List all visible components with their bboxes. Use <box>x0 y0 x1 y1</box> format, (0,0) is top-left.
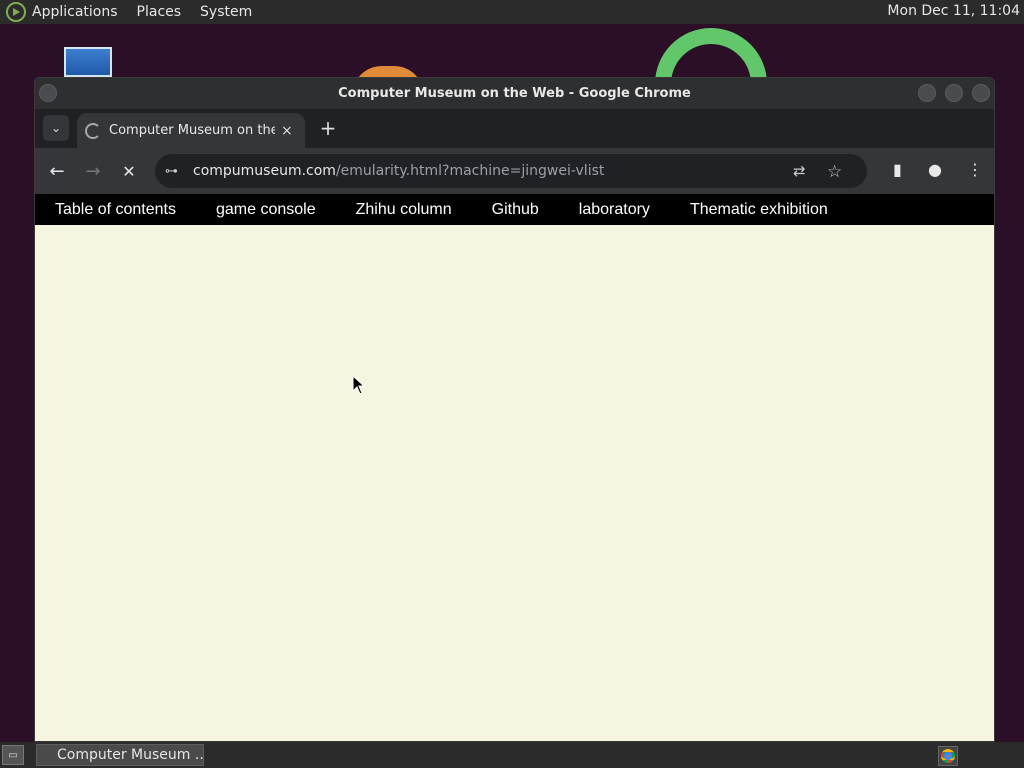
maximize-button[interactable] <box>945 84 963 102</box>
new-tab-button[interactable]: + <box>315 115 341 141</box>
side-panel-icon[interactable]: ▮ <box>893 160 902 179</box>
menu-applications[interactable]: Applications <box>32 4 118 20</box>
chrome-icon <box>941 749 955 763</box>
page-content[interactable] <box>35 225 994 741</box>
tab-title: Computer Museum on the W <box>109 123 275 138</box>
chevron-down-icon: ⌄ <box>50 121 62 135</box>
menu-places[interactable]: Places <box>137 4 182 20</box>
bottom-taskbar: ▭ Computer Museum ... <box>0 742 1024 768</box>
show-desktop-button[interactable]: ▭ <box>2 745 24 765</box>
arrow-right-icon: → <box>85 160 101 182</box>
tab-active[interactable]: Computer Museum on the W × <box>77 113 305 148</box>
close-window-button[interactable] <box>972 84 990 102</box>
close-icon: ✕ <box>122 161 136 181</box>
desktop-computer-icon[interactable] <box>64 47 112 77</box>
kebab-menu-icon[interactable]: ⋮ <box>967 160 983 179</box>
bookmark-star-icon[interactable]: ☆ <box>827 162 842 182</box>
tab-close-button[interactable]: × <box>281 123 293 139</box>
tab-strip: ⌄ Computer Museum on the W × + <box>35 109 994 148</box>
nav-thematic-exhibition[interactable]: Thematic exhibition <box>690 201 828 219</box>
site-info-icon[interactable]: ⊶ <box>165 164 181 179</box>
taskbar-chrome-window[interactable]: Computer Museum ... <box>36 744 204 766</box>
nav-github[interactable]: Github <box>492 201 539 219</box>
desktop-icon: ▭ <box>8 749 18 761</box>
tray-chrome-icon[interactable] <box>938 746 958 766</box>
window-menu-button[interactable] <box>39 84 57 102</box>
loading-spinner-icon <box>85 122 101 139</box>
window-titlebar[interactable]: Computer Museum on the Web - Google Chro… <box>35 78 994 109</box>
site-navigation: Table of contents game console Zhihu col… <box>35 194 994 225</box>
minimize-button[interactable] <box>918 84 936 102</box>
profile-icon[interactable]: ● <box>928 160 942 179</box>
clock[interactable]: Mon Dec 11, 11:04 <box>887 3 1020 19</box>
nav-zhihu-column[interactable]: Zhihu column <box>356 201 452 219</box>
browser-toolbar: ← → ✕ ⊶ compumuseum.com /emularity.html?… <box>35 148 994 194</box>
forward-button[interactable]: → <box>81 159 105 183</box>
arrow-left-icon: ← <box>49 160 65 182</box>
address-bar[interactable]: ⊶ compumuseum.com /emularity.html?machin… <box>155 154 867 188</box>
top-panel: Applications Places System Mon Dec 11, 1… <box>0 0 1024 24</box>
chrome-window: Computer Museum on the Web - Google Chro… <box>34 77 995 742</box>
mouse-pointer-icon <box>352 375 366 395</box>
url-path: /emularity.html?machine=jingwei-vlist <box>335 163 605 179</box>
distro-logo-icon[interactable] <box>6 2 26 22</box>
plus-icon: + <box>319 116 337 140</box>
nav-game-console[interactable]: game console <box>216 201 316 219</box>
stop-button[interactable]: ✕ <box>117 159 141 183</box>
nav-table-of-contents[interactable]: Table of contents <box>55 201 176 219</box>
nav-laboratory[interactable]: laboratory <box>579 201 650 219</box>
back-button[interactable]: ← <box>45 159 69 183</box>
chrome-icon <box>43 748 49 762</box>
tab-search-button[interactable]: ⌄ <box>43 115 69 141</box>
window-title: Computer Museum on the Web - Google Chro… <box>338 86 691 101</box>
taskbar-window-title: Computer Museum ... <box>57 747 204 763</box>
menu-system[interactable]: System <box>200 4 252 20</box>
translate-icon[interactable]: ⇄ <box>793 162 806 180</box>
url-host: compumuseum.com <box>193 163 336 179</box>
